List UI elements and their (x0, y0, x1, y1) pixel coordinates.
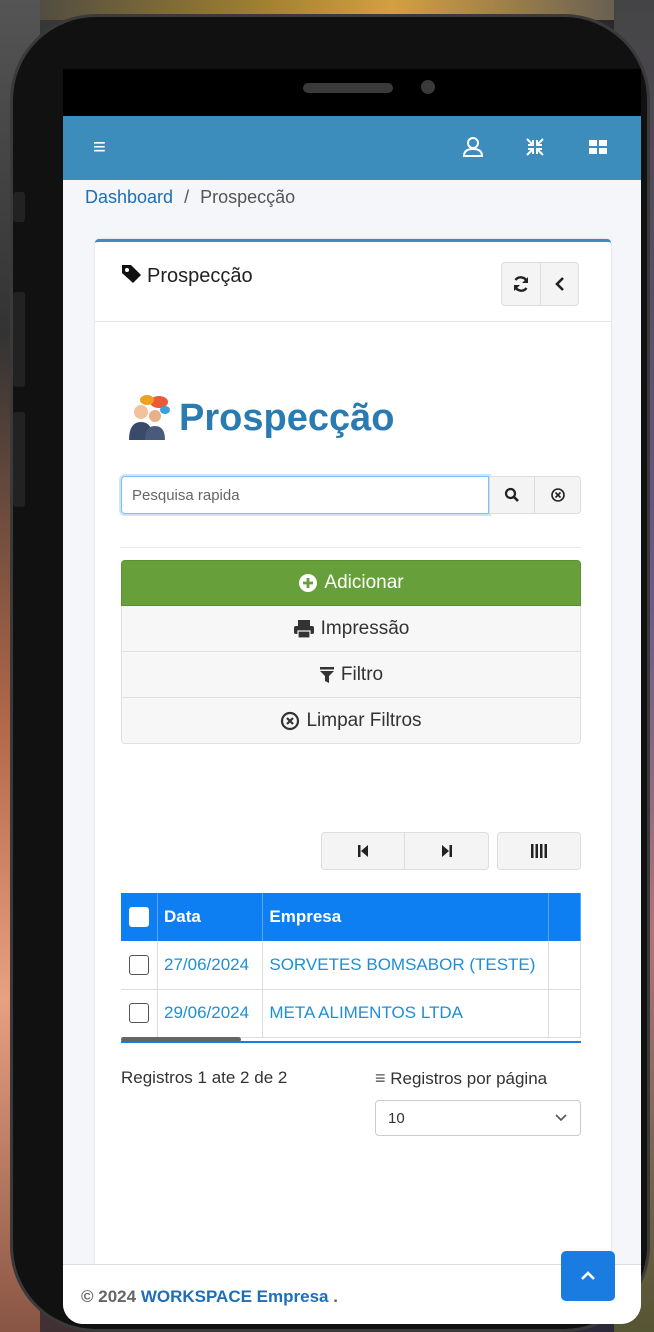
table-scrollbar[interactable] (121, 1037, 241, 1042)
divider (121, 547, 581, 548)
clear-filters-button[interactable]: Limpar Filtros (121, 698, 581, 744)
per-page-select[interactable]: 10 (375, 1100, 581, 1136)
search-icon (504, 487, 519, 502)
column-header-empresa[interactable]: Empresa (262, 893, 549, 941)
chevron-left-icon (554, 277, 564, 291)
table-header-row: Data Empresa (121, 893, 581, 941)
footer-prefix: © 2024 (81, 1287, 137, 1306)
chevron-up-icon (581, 1271, 595, 1280)
data-table: Data Empresa 27/06/2024 SORVETES BOMSABO… (121, 893, 581, 1043)
row-checkbox[interactable] (129, 955, 149, 975)
scroll-to-top-button[interactable] (561, 1251, 615, 1301)
search-input[interactable] (121, 476, 489, 514)
search-button[interactable] (489, 476, 535, 514)
grid-icon[interactable] (585, 134, 611, 160)
phone-screen: ≡ Dashboard / Prospecção Prospecção Pros… (63, 69, 641, 1324)
chevron-down-icon (555, 1114, 567, 1122)
refresh-icon (513, 276, 529, 292)
clear-search-button[interactable] (535, 476, 581, 514)
phone-volume-down-button (13, 412, 25, 507)
print-icon (293, 619, 314, 639)
times-circle-icon (281, 711, 300, 730)
row-company[interactable]: META ALIMENTOS LTDA (262, 989, 549, 1038)
breadcrumb-separator: / (184, 187, 190, 207)
row-extra (548, 941, 581, 990)
add-button-label: Adicionar (324, 572, 404, 593)
card-tools (501, 262, 579, 306)
last-page-button[interactable] (405, 832, 489, 870)
filter-button-label: Filtro (340, 663, 384, 685)
columns-button[interactable] (497, 832, 581, 870)
phone-side-button (13, 192, 25, 222)
card-header: Prospecção (95, 242, 611, 322)
row-date[interactable]: 27/06/2024 (157, 941, 264, 990)
speaker (303, 83, 393, 93)
records-summary: Registros 1 ate 2 de 2 (121, 1068, 288, 1087)
column-header-data[interactable]: Data (157, 893, 264, 941)
card-title: Prospecção (121, 264, 253, 288)
quick-search (121, 476, 581, 514)
filter-icon (319, 666, 334, 683)
row-select-cell (121, 941, 158, 990)
row-select-cell (121, 989, 158, 1038)
add-button[interactable]: Adicionar (121, 560, 581, 606)
table-row[interactable]: 29/06/2024 META ALIMENTOS LTDA (121, 989, 581, 1038)
print-button[interactable]: Impressão (121, 606, 581, 652)
phone-volume-up-button (13, 292, 25, 387)
clear-icon (550, 488, 565, 502)
table-row[interactable]: 27/06/2024 SORVETES BOMSABOR (TESTE) (121, 941, 581, 990)
breadcrumb: Dashboard / Prospecção (85, 187, 295, 208)
camera (421, 80, 435, 94)
prospect-people-icon (129, 395, 170, 440)
page-title: Prospecção (179, 396, 395, 439)
select-all-checkbox[interactable] (129, 907, 149, 928)
select-all-cell (121, 893, 158, 941)
last-page-icon (441, 845, 452, 857)
status-area (63, 69, 641, 116)
row-extra (548, 989, 581, 1038)
filter-button[interactable]: Filtro (121, 652, 581, 698)
breadcrumb-current: Prospecção (200, 187, 296, 207)
phone-frame: ≡ Dashboard / Prospecção Prospecção Pros… (10, 14, 650, 1332)
footer-company-link[interactable]: WORKSPACE Empresa (141, 1287, 329, 1306)
pagination-controls (321, 832, 581, 870)
card-title-text: Prospecção (147, 265, 253, 287)
per-page-label: ≡ Registros por página (375, 1068, 547, 1089)
plus-circle-icon (299, 574, 318, 592)
compress-icon[interactable] (522, 134, 548, 160)
clear-filters-button-label: Limpar Filtros (306, 709, 422, 731)
print-button-label: Impressão (320, 617, 410, 639)
footer-suffix: . (333, 1287, 338, 1306)
row-company[interactable]: SORVETES BOMSABOR (TESTE) (262, 941, 549, 990)
footer-copyright: © 2024 WORKSPACE Empresa . (81, 1287, 338, 1307)
per-page-value: 10 (388, 1109, 405, 1127)
menu-icon[interactable]: ≡ (93, 136, 106, 158)
column-header-partial (548, 893, 581, 941)
action-buttons: Adicionar Impressão Filtro Limpar Filtro… (121, 560, 581, 744)
row-checkbox[interactable] (129, 1003, 149, 1024)
top-navbar: ≡ (63, 116, 641, 180)
per-page-label-text: Registros por página (390, 1069, 548, 1088)
prospeccao-card: Prospecção Prospecção Pesquisa rapida Ad… (95, 239, 611, 1319)
first-page-button[interactable] (321, 832, 405, 870)
tag-icon (122, 265, 141, 283)
columns-icon (531, 844, 547, 858)
back-button[interactable] (540, 263, 578, 305)
user-icon[interactable] (460, 134, 486, 160)
first-page-icon (358, 845, 368, 857)
row-date[interactable]: 29/06/2024 (157, 989, 264, 1038)
list-icon: ≡ (375, 1068, 386, 1088)
page-heading: Prospecção (121, 394, 394, 442)
refresh-button[interactable] (502, 263, 540, 305)
footer: © 2024 WORKSPACE Empresa . (63, 1264, 641, 1324)
breadcrumb-dashboard-link[interactable]: Dashboard (85, 187, 173, 207)
